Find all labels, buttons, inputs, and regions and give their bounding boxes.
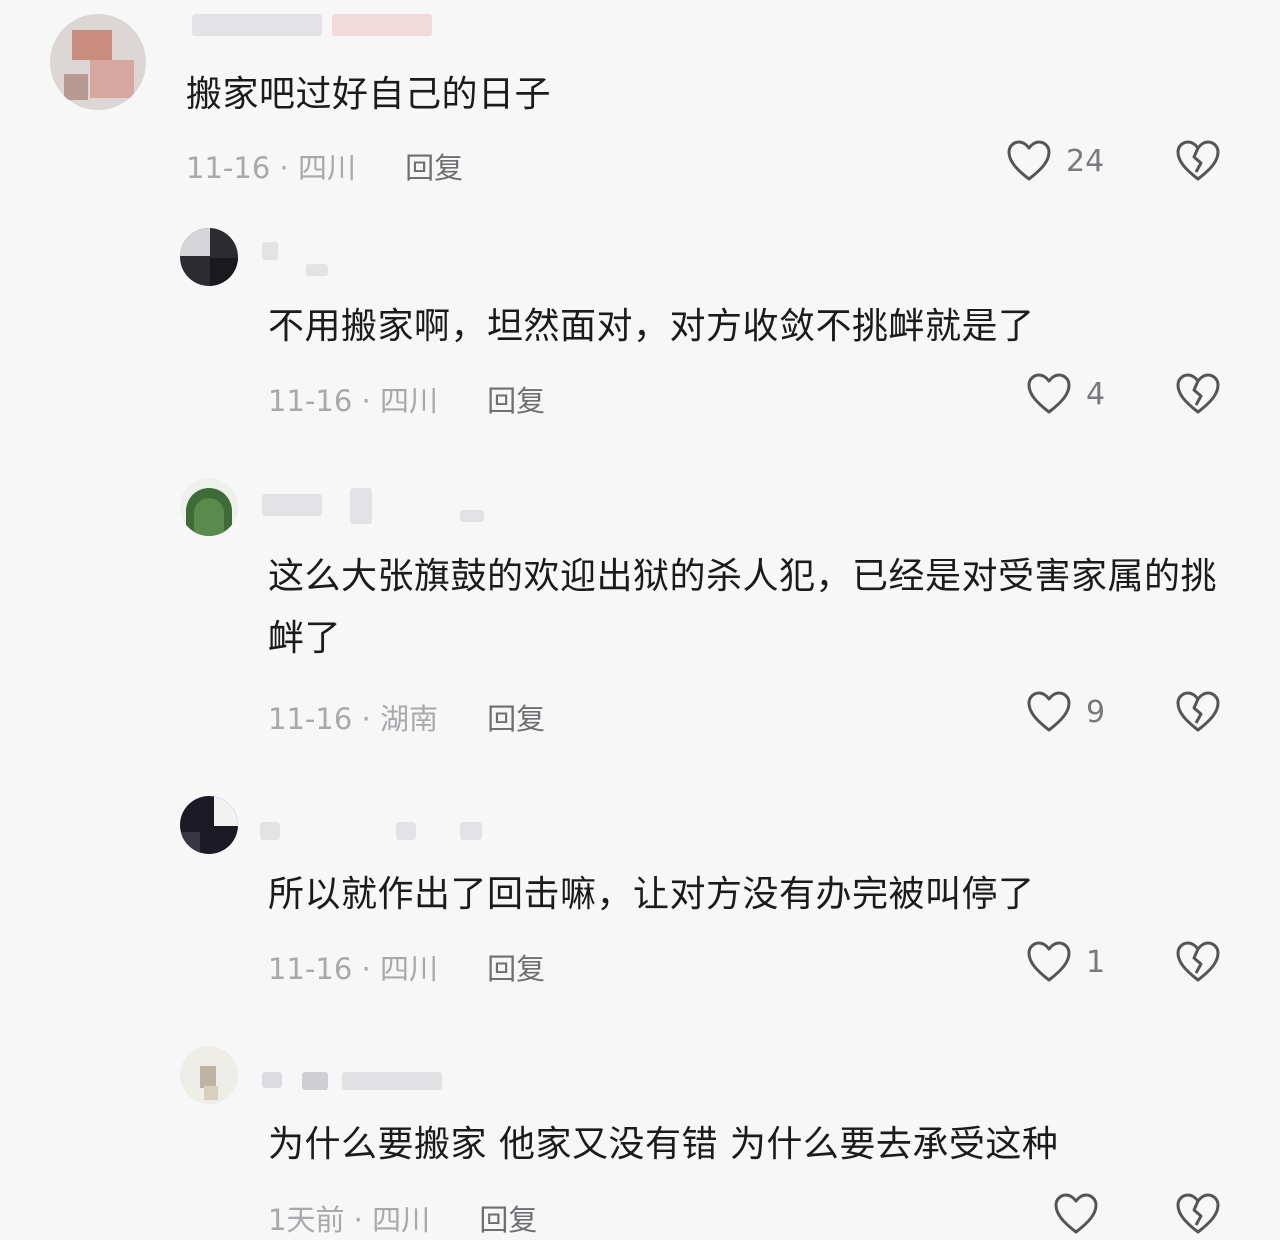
like-button[interactable]: 24 <box>1006 139 1104 183</box>
comment-meta: 11-16 · 四川 回复 <box>268 946 545 988</box>
dislike-button[interactable] <box>1175 139 1221 183</box>
dislike-button[interactable] <box>1175 1192 1221 1236</box>
username-blurred[interactable] <box>262 488 492 524</box>
avatar[interactable] <box>180 796 238 854</box>
dislike-button[interactable] <box>1175 372 1221 416</box>
reply-button[interactable]: 回复 <box>405 151 463 185</box>
avatar[interactable] <box>180 478 238 536</box>
meta-separator: · <box>279 151 289 185</box>
comment-location: 四川 <box>379 384 438 418</box>
meta-separator: · <box>353 1203 363 1237</box>
broken-heart-icon <box>1175 139 1221 183</box>
meta-separator: · <box>361 952 371 986</box>
broken-heart-icon <box>1175 1192 1221 1236</box>
comment-date: 11-16 <box>186 151 271 185</box>
comment-date: 11-16 <box>268 702 353 736</box>
reply-button[interactable]: 回复 <box>479 1203 537 1237</box>
like-button[interactable]: 4 <box>1026 372 1105 416</box>
comment-date: 1天前 <box>268 1203 345 1237</box>
comment-location: 四川 <box>379 952 438 986</box>
username-blurred[interactable] <box>262 1072 442 1094</box>
avatar[interactable] <box>180 228 238 286</box>
meta-separator: · <box>361 702 371 736</box>
comment-date: 11-16 <box>268 384 353 418</box>
comment-text: 搬家吧过好自己的日子 <box>186 74 552 115</box>
dislike-button[interactable] <box>1175 690 1221 734</box>
like-button[interactable] <box>1053 1192 1113 1236</box>
broken-heart-icon <box>1175 940 1221 984</box>
like-count: 9 <box>1086 694 1106 730</box>
heart-outline-icon <box>1006 139 1052 183</box>
username-blurred[interactable] <box>262 242 342 276</box>
like-count: 1 <box>1086 944 1106 980</box>
avatar[interactable] <box>180 1046 238 1104</box>
heart-outline-icon <box>1053 1192 1099 1236</box>
like-count: 4 <box>1086 376 1106 412</box>
comment-location: 湖南 <box>379 702 438 736</box>
broken-heart-icon <box>1175 690 1221 734</box>
avatar[interactable] <box>50 14 146 110</box>
heart-outline-icon <box>1026 372 1072 416</box>
comment-meta: 1天前 · 四川 回复 <box>268 1197 537 1239</box>
username-blurred[interactable] <box>260 822 490 844</box>
comment-text: 不用搬家啊，坦然面对，对方收敛不挑衅就是了 <box>268 306 1035 347</box>
reply-button[interactable]: 回复 <box>487 702 545 736</box>
like-button[interactable]: 1 <box>1026 940 1105 984</box>
comment-meta: 11-16 · 四川 回复 <box>268 378 545 420</box>
reply-button[interactable]: 回复 <box>487 384 545 418</box>
comment-date: 11-16 <box>268 952 353 986</box>
comment-text: 所以就作出了回击嘛，让对方没有办完被叫停了 <box>268 874 1035 915</box>
broken-heart-icon <box>1175 372 1221 416</box>
dislike-button[interactable] <box>1175 940 1221 984</box>
meta-separator: · <box>361 384 371 418</box>
reply-button[interactable]: 回复 <box>487 952 545 986</box>
username-blurred[interactable] <box>192 14 442 36</box>
comment-text: 这么大张旗鼓的欢迎出狱的杀人犯，已经是对受害家属的挑衅了 <box>268 556 1218 659</box>
heart-outline-icon <box>1026 940 1072 984</box>
heart-outline-icon <box>1026 690 1072 734</box>
comment-meta: 11-16 · 四川 回复 <box>186 145 463 187</box>
comment-meta: 11-16 · 湖南 回复 <box>268 696 545 738</box>
comment-location: 四川 <box>372 1203 431 1237</box>
comment-location: 四川 <box>297 151 356 185</box>
like-button[interactable]: 9 <box>1026 690 1105 734</box>
like-count: 24 <box>1066 143 1105 179</box>
comment-text: 为什么要搬家 他家又没有错 为什么要去承受这种 <box>268 1124 1059 1165</box>
